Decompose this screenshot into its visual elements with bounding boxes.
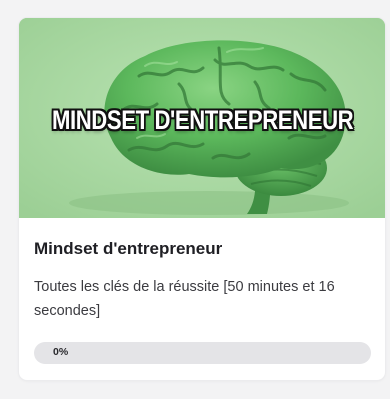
course-card[interactable]: MINDSET D'ENTREPRENEUR Mindset d'entrepr…	[19, 18, 385, 380]
progress-label: 0%	[53, 346, 69, 358]
course-cover-image[interactable]: MINDSET D'ENTREPRENEUR	[19, 18, 385, 218]
cover-title-text: MINDSET D'ENTREPRENEUR	[51, 105, 354, 135]
progress-bar: 0%	[34, 342, 371, 364]
course-title[interactable]: Mindset d'entrepreneur	[34, 239, 222, 259]
course-description: Toutes les clés de la réussite [50 minut…	[34, 279, 335, 319]
